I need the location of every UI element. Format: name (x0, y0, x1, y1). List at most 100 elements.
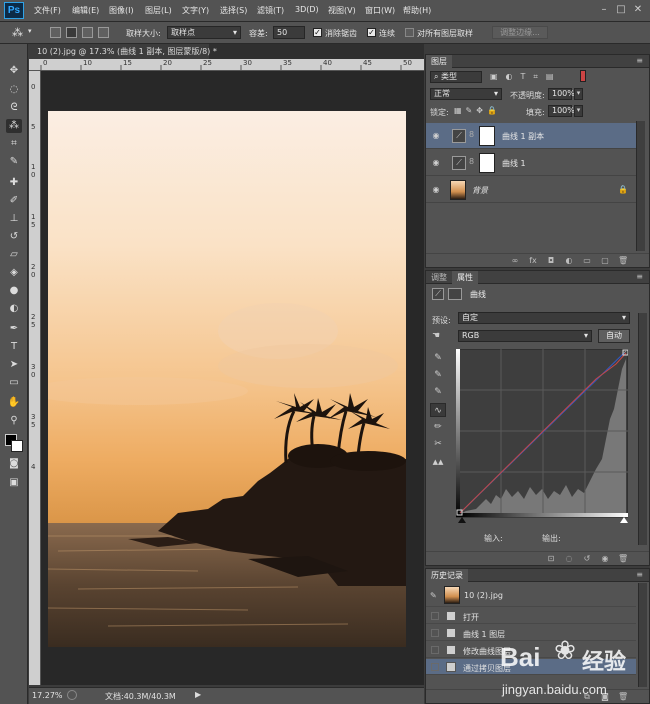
pencil-draw-icon[interactable]: ✏ (430, 420, 446, 434)
panel-menu-icon[interactable]: ≡ (636, 56, 643, 65)
quick-mask-icon[interactable]: ◙ (6, 457, 22, 471)
eye-icon[interactable]: ◉ (431, 158, 441, 168)
subtract-selection-icon[interactable] (82, 27, 93, 38)
layer-filter-select[interactable]: ⌕ 类型 (430, 71, 482, 83)
all-layers-checkbox[interactable] (405, 28, 414, 37)
crop-tool-icon[interactable]: ⌗ (6, 137, 22, 151)
healing-brush-icon[interactable]: ✚ (6, 176, 22, 190)
status-options-icon[interactable] (67, 690, 77, 700)
trash-icon[interactable]: 🗑 (618, 554, 628, 564)
document-image[interactable] (48, 111, 406, 647)
sample-black-icon[interactable]: ✎ (430, 351, 446, 365)
history-brush-icon[interactable]: ↺ (6, 230, 22, 244)
rectangle-tool-icon[interactable]: ▭ (6, 376, 22, 390)
history-snapshot[interactable]: ✎ 10 (2).jpg (426, 583, 636, 607)
auto-button[interactable]: 自动 (598, 329, 630, 343)
layer-thumbnail[interactable] (450, 180, 466, 200)
menu-file[interactable]: 文件(F) (34, 5, 61, 16)
history-brush-source-icon[interactable]: ✎ (430, 591, 437, 600)
tolerance-input[interactable]: 50 (273, 26, 305, 39)
menu-type[interactable]: 文字(Y) (182, 5, 209, 16)
menu-image[interactable]: 图像(I) (109, 5, 134, 16)
zoom-level[interactable]: 17.27% (32, 691, 63, 700)
smooth-curve-icon[interactable]: ✂ (430, 437, 446, 451)
screen-mode-icon[interactable]: ▣ (6, 476, 22, 490)
marquee-tool-icon[interactable]: ◌ (6, 83, 22, 97)
layer-filter-icons[interactable]: ▣◐T⌗▤ (490, 72, 562, 82)
clipping-warning-icon[interactable]: ▲▲ (430, 455, 446, 469)
layer-mask-thumbnail[interactable] (479, 153, 495, 173)
reset-icon[interactable]: ↺ (582, 554, 592, 564)
tab-properties[interactable]: 属性 (452, 271, 478, 284)
menu-filter[interactable]: 滤镜(T) (257, 5, 284, 16)
preset-select[interactable]: 自定 ▾ (458, 312, 630, 324)
link-layers-icon[interactable]: ∞ (510, 256, 520, 266)
status-arrow-icon[interactable]: ▶ (195, 690, 201, 699)
menu-layer[interactable]: 图层(L) (145, 5, 172, 16)
document-tab[interactable]: 10 (2).jpg @ 17.3% (曲线 1 副本, 图层蒙版/8) * (29, 44, 217, 59)
add-selection-icon[interactable] (66, 27, 77, 38)
layers-scrollbar[interactable] (636, 121, 645, 251)
eraser-tool-icon[interactable]: ▱ (6, 248, 22, 262)
add-mask-icon[interactable]: ◘ (546, 256, 556, 266)
horizontal-ruler[interactable]: 0 10 15 20 25 30 35 40 45 50 (29, 59, 424, 71)
curves-graph[interactable] (456, 349, 628, 523)
zoom-tool-icon[interactable]: ⚲ (6, 414, 22, 428)
blend-mode-select[interactable]: 正常 ▾ (430, 88, 502, 100)
magic-wand-tool-icon[interactable]: ⁂ (6, 119, 22, 133)
edit-points-icon[interactable]: ∿ (430, 403, 446, 417)
layer-row[interactable]: ◉ ⟋ 8 曲线 1 副本 (426, 123, 636, 149)
new-layer-icon[interactable]: ▢ (600, 256, 610, 266)
view-previous-icon[interactable]: ◌ (564, 554, 574, 564)
layer-mask-thumbnail[interactable] (479, 126, 495, 146)
brush-tool-icon[interactable]: ✐ (6, 194, 22, 208)
minimize-icon[interactable]: – (597, 3, 611, 17)
new-selection-icon[interactable] (50, 27, 61, 38)
blur-tool-icon[interactable]: ● (6, 284, 22, 298)
menu-select[interactable]: 选择(S) (220, 5, 247, 16)
sample-size-select[interactable]: 取样点 ▾ (167, 26, 241, 39)
eye-icon[interactable]: ◉ (431, 131, 441, 141)
close-icon[interactable]: ✕ (631, 3, 645, 17)
menu-view[interactable]: 视图(V) (328, 5, 356, 16)
path-selection-icon[interactable]: ➤ (6, 358, 22, 372)
mask-icon[interactable] (448, 288, 462, 300)
eye-icon[interactable]: ◉ (431, 185, 441, 195)
tab-adjustments[interactable]: 调整 (426, 271, 452, 284)
adjustment-layer-icon[interactable]: ◐ (564, 256, 574, 266)
chevron-down-icon[interactable]: ▾ (28, 27, 32, 35)
layer-name[interactable]: 背景 (472, 185, 488, 196)
clip-to-layer-icon[interactable]: ⊡ (546, 554, 556, 564)
layer-row[interactable]: ◉ 背景 🔒 (426, 177, 636, 203)
visibility-icon[interactable]: ◉ (600, 554, 610, 564)
sample-gray-icon[interactable]: ✎ (430, 368, 446, 382)
properties-scrollbar[interactable] (638, 313, 647, 545)
vertical-ruler[interactable]: 0 5 1 0 1 5 2 0 2 5 3 0 3 5 4 (29, 71, 41, 685)
tab-layers[interactable]: 图层 (426, 55, 452, 68)
chevron-down-icon[interactable]: ▾ (574, 105, 583, 117)
menu-edit[interactable]: 编辑(E) (72, 5, 99, 16)
trash-icon[interactable]: 🗑 (618, 256, 628, 266)
background-color-swatch[interactable] (11, 440, 23, 452)
lasso-tool-icon[interactable]: ᘓ (6, 101, 22, 115)
paint-bucket-icon[interactable]: ◈ (6, 266, 22, 280)
history-item[interactable]: 打开 (426, 608, 636, 624)
eyedropper-tool-icon[interactable]: ✎ (6, 155, 22, 169)
contiguous-checkbox[interactable]: ✓ (367, 28, 376, 37)
fx-icon[interactable]: fx (528, 256, 538, 266)
menu-3d[interactable]: 3D(D) (295, 5, 319, 14)
chevron-down-icon[interactable]: ▾ (574, 88, 583, 100)
magic-wand-preset-icon[interactable]: ⁂ (12, 26, 23, 39)
pen-tool-icon[interactable]: ✒ (6, 322, 22, 336)
opacity-input[interactable]: 100% (548, 88, 575, 100)
hand-tool-icon[interactable]: ✋ (6, 396, 22, 410)
move-tool-icon[interactable]: ✥ (6, 64, 22, 78)
fill-input[interactable]: 100% (548, 105, 575, 117)
intersect-selection-icon[interactable] (98, 27, 109, 38)
type-tool-icon[interactable]: T (6, 340, 22, 354)
dodge-tool-icon[interactable]: ◐ (6, 302, 22, 316)
layer-row[interactable]: ◉ ⟋ 8 曲线 1 (426, 150, 636, 176)
lock-icons[interactable]: ▦✎✥🔒 (454, 106, 501, 115)
clone-stamp-icon[interactable]: ⊥ (6, 212, 22, 226)
on-image-adjust-icon[interactable]: ☚ (432, 331, 440, 341)
